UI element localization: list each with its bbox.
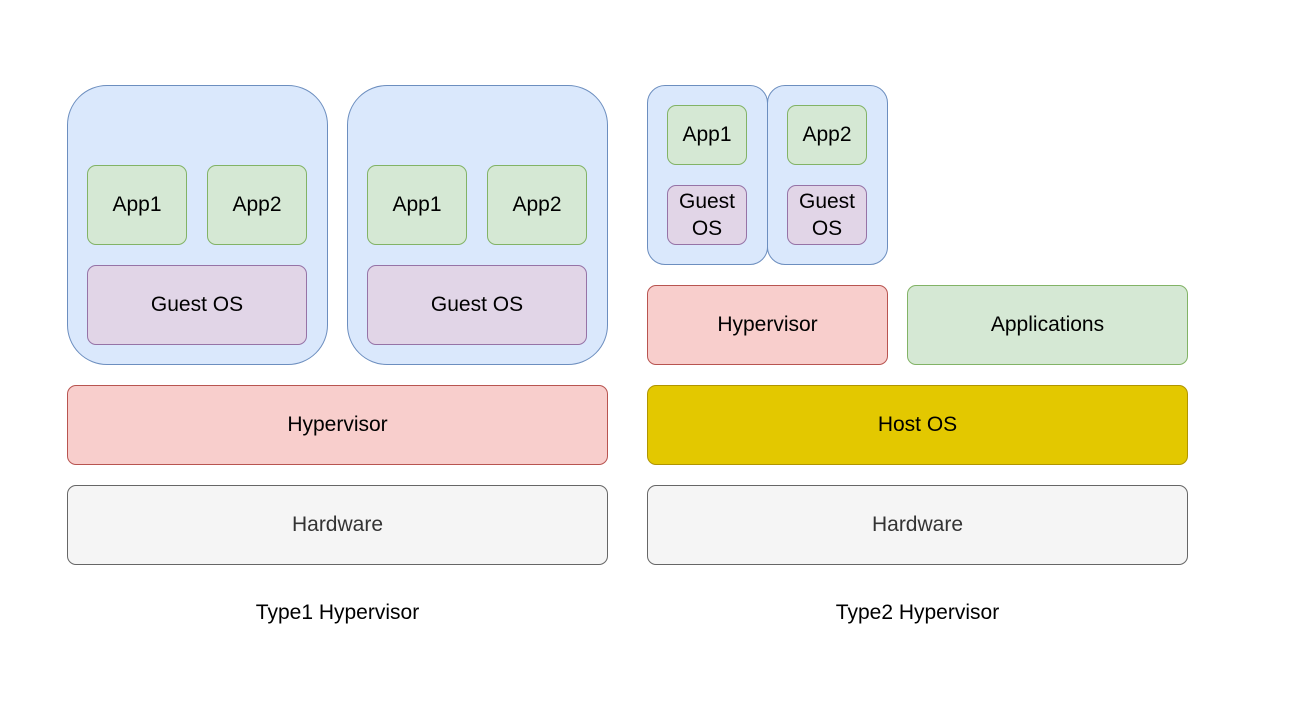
type2-host-os: Host OS: [647, 385, 1188, 465]
type1-vm2-app1: App1: [367, 165, 467, 245]
type1-vm1-app2: App2: [207, 165, 307, 245]
type2-vm2-app: App2: [787, 105, 867, 165]
type1-hardware: Hardware: [67, 485, 608, 565]
type2-caption: Type2 Hypervisor: [835, 601, 1000, 624]
type1-vm1-guest-os: Guest OS: [87, 265, 307, 345]
type2-applications: Applications: [907, 285, 1188, 365]
type2-hypervisor: Hypervisor: [647, 285, 888, 365]
type1-vm1-app1: App1: [87, 165, 187, 245]
type2-vm1-guest-os: Guest OS: [667, 185, 747, 245]
type2-hardware: Hardware: [647, 485, 1188, 565]
type2-vm1-app: App1: [667, 105, 747, 165]
type1-vm2-app2: App2: [487, 165, 587, 245]
type1-hypervisor: Hypervisor: [67, 385, 608, 465]
type1-caption: Type1 Hypervisor: [255, 601, 420, 624]
type2-vm2-guest-os: Guest OS: [787, 185, 867, 245]
type1-vm2-guest-os: Guest OS: [367, 265, 587, 345]
